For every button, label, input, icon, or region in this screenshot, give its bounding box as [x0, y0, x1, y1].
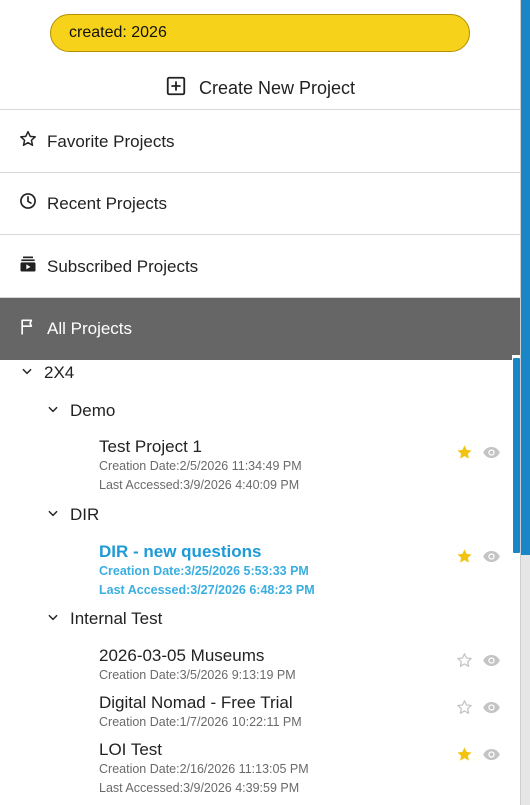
flag-icon	[18, 317, 38, 342]
nav-all-projects[interactable]: All Projects	[0, 298, 520, 360]
tree-folder-label: DIR	[70, 505, 100, 524]
search-input[interactable]: created: 2026	[50, 14, 470, 52]
project-actions	[455, 443, 501, 467]
project-last-accessed: Last Accessed:3/27/2026 6:48:23 PM	[99, 583, 315, 597]
project-title[interactable]: 2026-03-05 Museums	[99, 646, 296, 666]
star-outline-icon	[18, 129, 38, 154]
project-last-accessed: Last Accessed:3/9/2026 4:39:59 PM	[99, 781, 300, 795]
tree-folder-label: Demo	[70, 401, 116, 420]
project-actions	[455, 651, 501, 675]
nav-recent-projects-label: Recent Projects	[47, 193, 167, 213]
project-title[interactable]: DIR - new questions	[99, 542, 315, 562]
tree-folder-demo[interactable]: Demo	[46, 401, 115, 421]
eye-icon[interactable]	[482, 745, 501, 769]
chevron-down-icon[interactable]	[46, 505, 60, 525]
project-actions	[455, 547, 501, 571]
project-creation-date: Creation Date:2/16/2026 11:13:05 PM	[99, 762, 309, 776]
plus-square-icon	[165, 75, 187, 102]
eye-icon[interactable]	[482, 651, 501, 675]
tree-folder-internal-test[interactable]: Internal Test	[46, 609, 162, 629]
tree-folder-label: Internal Test	[70, 609, 163, 628]
project-last-accessed: Last Accessed:3/9/2026 4:40:09 PM	[99, 478, 300, 492]
subscriptions-icon	[18, 254, 38, 279]
nav-all-projects-label: All Projects	[47, 319, 133, 338]
chevron-down-icon[interactable]	[46, 609, 60, 629]
chevron-down-icon[interactable]	[20, 363, 34, 383]
project-title[interactable]: Digital Nomad - Free Trial	[99, 693, 302, 713]
tree-folder-2x4[interactable]: 2X4	[20, 363, 74, 383]
right-edge-accent[interactable]	[521, 0, 530, 555]
eye-icon[interactable]	[482, 698, 501, 722]
search-input-value: created: 2026	[69, 24, 167, 41]
create-new-project-label: Create New Project	[198, 78, 356, 98]
projects-panel: created: 2026 Create New Project Favorit…	[0, 0, 520, 805]
project-item[interactable]: Digital Nomad - Free Trial Creation Date…	[99, 693, 302, 732]
tree-folder-label: 2X4	[44, 363, 75, 382]
project-creation-date: Creation Date:3/5/2026 9:13:19 PM	[99, 668, 296, 682]
nav-favorite-projects-label: Favorite Projects	[47, 131, 175, 151]
nav-subscribed-projects-label: Subscribed Projects	[47, 256, 199, 276]
tree-folder-dir[interactable]: DIR	[46, 505, 99, 525]
star-outline-icon[interactable]	[455, 698, 474, 722]
chevron-down-icon[interactable]	[46, 401, 60, 421]
eye-icon[interactable]	[482, 547, 501, 571]
star-filled-icon[interactable]	[455, 745, 474, 769]
project-title[interactable]: LOI Test	[99, 740, 309, 760]
project-actions	[455, 745, 501, 769]
project-creation-date: Creation Date:1/7/2026 10:22:11 PM	[99, 715, 302, 729]
project-creation-date: Creation Date:3/25/2026 5:53:33 PM	[99, 564, 309, 578]
project-item-highlighted[interactable]: DIR - new questions Creation Date:3/25/2…	[99, 542, 315, 600]
nav-subscribed-projects[interactable]: Subscribed Projects	[0, 236, 520, 298]
project-item[interactable]: 2026-03-05 Museums Creation Date:3/5/202…	[99, 646, 296, 685]
clock-icon	[18, 191, 38, 216]
star-filled-icon[interactable]	[455, 443, 474, 467]
project-creation-date: Creation Date:2/5/2026 11:34:49 PM	[99, 459, 302, 473]
star-filled-icon[interactable]	[455, 547, 474, 571]
nav-favorite-projects[interactable]: Favorite Projects	[0, 111, 520, 173]
star-outline-icon[interactable]	[455, 651, 474, 675]
project-item[interactable]: Test Project 1 Creation Date:2/5/2026 11…	[99, 437, 302, 495]
project-title[interactable]: Test Project 1	[99, 437, 302, 457]
nav-recent-projects[interactable]: Recent Projects	[0, 173, 520, 235]
project-item[interactable]: LOI Test Creation Date:2/16/2026 11:13:0…	[99, 740, 309, 798]
create-new-project-button[interactable]: Create New Project	[0, 68, 520, 110]
eye-icon[interactable]	[482, 443, 501, 467]
scrollbar-thumb[interactable]	[513, 358, 520, 553]
project-actions	[455, 698, 501, 722]
